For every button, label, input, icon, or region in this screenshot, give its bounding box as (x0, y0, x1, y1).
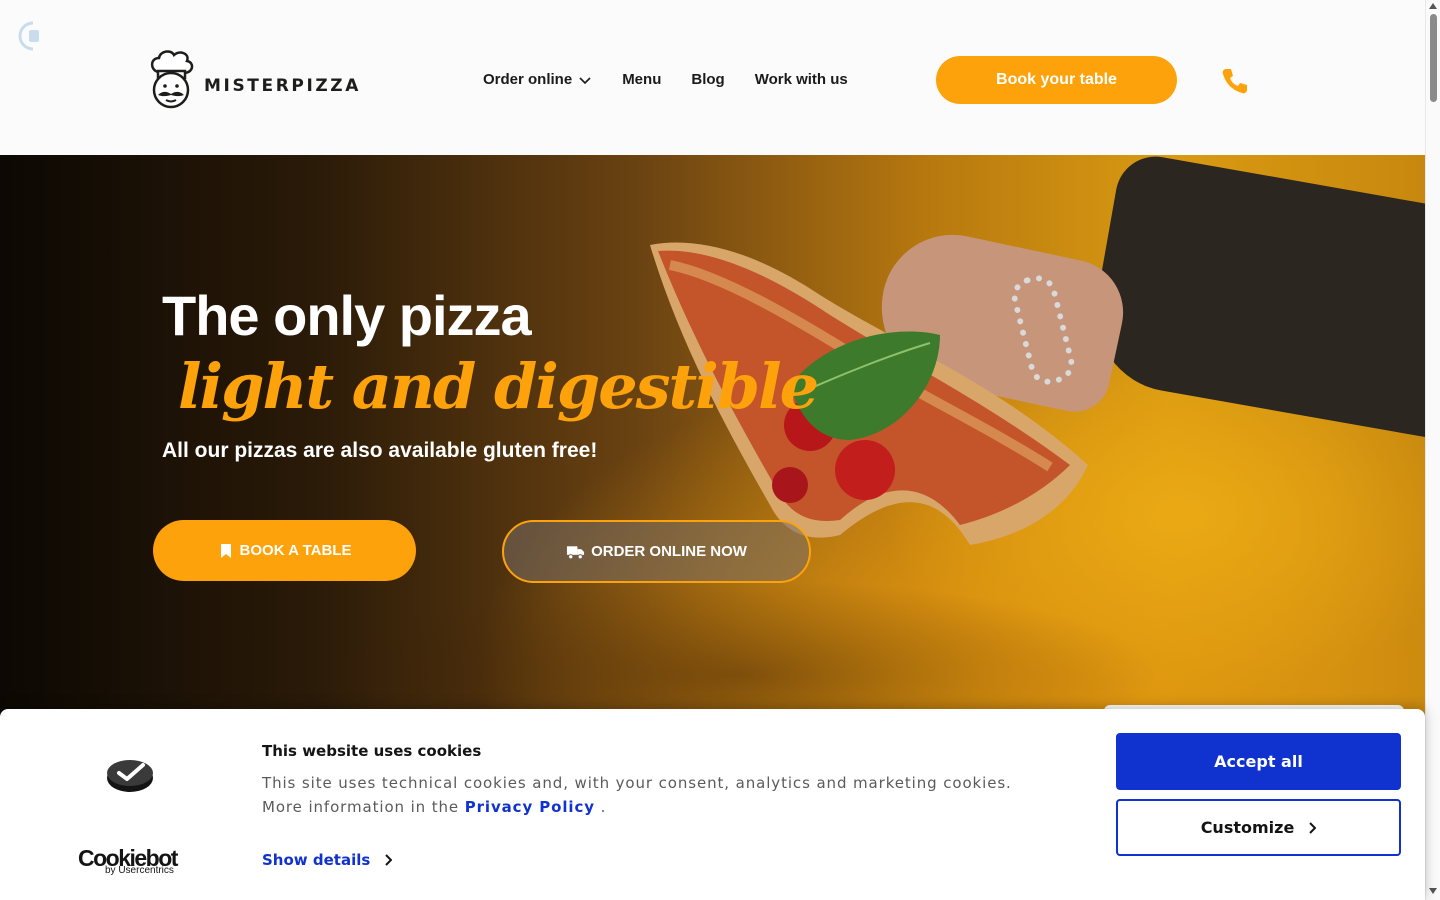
nav-work-with-us[interactable]: Work with us (755, 71, 848, 88)
page-scrollbar[interactable] (1425, 0, 1440, 900)
chevron-right-icon (385, 854, 393, 866)
hero-subtitle: All our pizzas are also available gluten… (162, 439, 598, 462)
delivery-truck-icon (567, 545, 585, 559)
cookie-description-text: This site uses technical cookies and, wi… (262, 774, 1012, 816)
show-details-label: Show details (262, 851, 371, 869)
cookiebot-brand-sub: by Usercentrics (105, 865, 174, 876)
main-nav: Order online Menu Blog Work with us (483, 71, 878, 88)
scroll-up-arrow-icon[interactable] (1429, 3, 1437, 9)
book-a-table-label: BOOK A TABLE (239, 542, 352, 559)
nav-order-online-label: Order online (483, 71, 573, 88)
site-logo[interactable]: MISTERPIZZA (146, 50, 361, 110)
nav-blog[interactable]: Blog (691, 71, 724, 88)
site-header: MISTERPIZZA Order online Menu Blog Work … (0, 0, 1425, 155)
cookie-description: This site uses technical cookies and, wi… (262, 771, 1042, 819)
privacy-policy-link[interactable]: Privacy Policy (465, 798, 595, 816)
book-a-table-button[interactable]: BOOK A TABLE (153, 520, 416, 581)
chevron-down-icon (579, 76, 591, 84)
show-details-link[interactable]: Show details (262, 851, 393, 869)
scrollbar-thumb[interactable] (1430, 14, 1437, 102)
cookie-description-end: . (600, 798, 607, 816)
chevron-right-icon (1309, 821, 1317, 834)
cookie-banner: Cookiebot by Usercentrics This website u… (0, 709, 1425, 900)
book-your-table-button[interactable]: Book your table (936, 56, 1177, 104)
nav-menu[interactable]: Menu (622, 71, 661, 88)
phone-icon[interactable] (1220, 66, 1250, 96)
customize-button[interactable]: Customize (1116, 799, 1401, 856)
accept-all-button[interactable]: Accept all (1116, 733, 1401, 790)
customize-label: Customize (1200, 818, 1295, 837)
logo-text: MISTERPIZZA (204, 76, 361, 96)
scroll-down-arrow-icon[interactable] (1429, 888, 1437, 894)
hero-title: The only pizza (162, 284, 532, 347)
order-online-now-button[interactable]: ORDER ONLINE NOW (502, 520, 811, 583)
order-online-now-label: ORDER ONLINE NOW (591, 543, 747, 560)
nav-order-online[interactable]: Order online (483, 71, 592, 88)
hero-title-highlight: light and digestible (178, 350, 819, 423)
chef-logo-icon (150, 50, 194, 109)
cookiebot-logo-icon (107, 760, 153, 792)
accessibility-icon[interactable] (18, 20, 48, 52)
bookmark-icon (220, 543, 231, 558)
cookie-title: This website uses cookies (262, 742, 482, 760)
